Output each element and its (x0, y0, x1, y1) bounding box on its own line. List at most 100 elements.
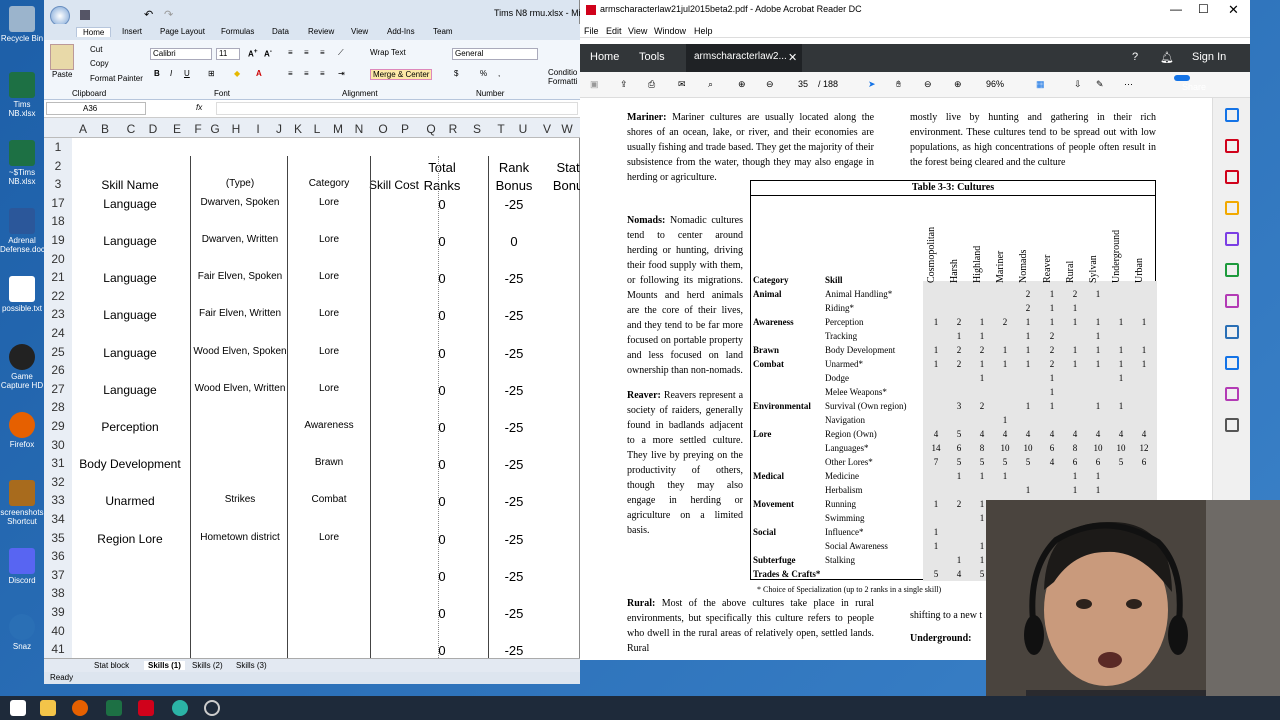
row-number[interactable]: 1 (44, 138, 72, 157)
tab-insert[interactable]: Insert (122, 27, 142, 36)
desktop-icon-adrenal[interactable]: Adrenal Defense.docx (0, 208, 49, 254)
row-number[interactable]: 34 (44, 510, 72, 529)
column-header[interactable]: G (206, 122, 224, 136)
desktop-icon-recycle-bin[interactable]: Recycle Bin (0, 6, 44, 43)
number-format-select[interactable]: General (452, 48, 538, 60)
hand-tool-icon[interactable]: ✋︎ (896, 79, 901, 90)
font-color-icon[interactable]: A (256, 69, 262, 78)
undo-icon[interactable]: ↶ (144, 8, 153, 21)
shrink-font-icon[interactable]: A- (264, 48, 272, 59)
row-number[interactable]: 37 (44, 565, 72, 585)
column-header[interactable]: M (329, 122, 347, 136)
excel-taskbar-icon[interactable] (106, 700, 122, 716)
acrobat-taskbar-icon[interactable] (138, 700, 154, 716)
sheet-row[interactable]: 36 (44, 547, 580, 567)
row-number[interactable]: 36 (44, 547, 72, 567)
column-header[interactable]: B (96, 122, 114, 136)
column-header[interactable]: K (289, 122, 307, 136)
desktop-icon-game-capture[interactable]: Game Capture HD (0, 344, 44, 390)
tab-formulas[interactable]: Formulas (221, 27, 254, 36)
scroll-mode-icon[interactable]: ⇩ (1074, 79, 1082, 90)
prev-page-icon[interactable]: ⊕ (738, 79, 746, 90)
more-tools-icon[interactable] (1224, 418, 1239, 432)
row-number[interactable]: 39 (44, 603, 72, 622)
organize-pages-icon[interactable] (1224, 263, 1239, 277)
sign-in-button[interactable]: Sign In (1192, 51, 1226, 63)
sheet-row[interactable]: 1 (44, 138, 580, 157)
row-number[interactable]: 17 (44, 193, 72, 213)
comment-icon[interactable] (1224, 201, 1239, 215)
office-button-icon[interactable] (50, 6, 70, 26)
menu-help[interactable]: Help (694, 26, 713, 36)
column-header[interactable]: Q (422, 122, 440, 136)
currency-icon[interactable]: $ (454, 69, 458, 78)
sheet-tab-skills-2[interactable]: Skills (2) (192, 661, 223, 670)
sheet-row[interactable]: 35 Region Lore Hometown district Lore 0 -25 (44, 528, 580, 548)
font-name-select[interactable]: Calibri (150, 48, 212, 60)
sheet-row[interactable]: 21 Language Fair Elven, Spoken Lore 0 -25 (44, 268, 580, 288)
column-header[interactable]: U (514, 122, 532, 136)
share-button[interactable]: Share (1174, 75, 1206, 92)
sheet-row[interactable]: 39 0 -25 (44, 603, 580, 622)
export-pdf-icon[interactable] (1224, 108, 1239, 122)
sheet-row[interactable]: 24 (44, 324, 580, 343)
upload-icon[interactable]: ⇪ (620, 79, 628, 90)
align-center-icon[interactable]: ≡ (304, 69, 309, 78)
column-header[interactable]: J (270, 122, 288, 136)
sheet-row[interactable]: 18 (44, 212, 580, 232)
desktop-icon-tims-nb-temp[interactable]: ~$Tims NB.xlsx (0, 140, 44, 186)
nav-home[interactable]: Home (590, 51, 619, 63)
combine-files-icon[interactable] (1224, 232, 1239, 246)
tab-team[interactable]: Team (433, 27, 453, 36)
minimize-button[interactable]: — (1170, 2, 1182, 16)
borders-icon[interactable]: ⊞ (208, 69, 215, 78)
name-box[interactable]: A36 (46, 102, 146, 115)
format-painter-button[interactable]: Format Painter (90, 74, 143, 83)
row-number[interactable]: 33 (44, 491, 72, 511)
align-left-icon[interactable]: ≡ (288, 69, 293, 78)
sheet-row[interactable]: 26 (44, 361, 580, 381)
wrap-text-button[interactable]: Wrap Text (370, 48, 406, 57)
zoom-in-icon[interactable]: ⊕ (954, 79, 962, 90)
row-number[interactable]: 35 (44, 528, 72, 548)
column-header[interactable]: R (444, 122, 462, 136)
select-tool-icon[interactable]: ➤ (868, 79, 876, 90)
row-number[interactable]: 27 (44, 379, 72, 399)
align-right-icon[interactable]: ≡ (320, 69, 325, 78)
sheet-row[interactable]: 23 Language Fair Elven, Written Lore 0 -25 (44, 305, 580, 325)
sheet-row[interactable]: 41 0 -25 (44, 640, 580, 658)
column-header[interactable]: I (249, 122, 267, 136)
zoom-select[interactable]: 96% (986, 79, 1004, 89)
tab-view[interactable]: View (351, 27, 368, 36)
quick-save-icon[interactable] (80, 10, 90, 20)
send-signature-icon[interactable] (1224, 387, 1239, 401)
column-header[interactable]: N (350, 122, 368, 136)
print-production-icon[interactable] (1224, 356, 1239, 370)
row-number[interactable]: 31 (44, 454, 72, 474)
menu-view[interactable]: View (628, 26, 647, 36)
email-icon[interactable]: ✉ (678, 79, 686, 90)
tab-data[interactable]: Data (272, 27, 289, 36)
row-number[interactable]: 41 (44, 640, 72, 658)
protect-icon[interactable] (1224, 325, 1239, 339)
font-size-select[interactable]: 11 (216, 48, 240, 60)
next-page-icon[interactable]: ⊖ (766, 79, 774, 90)
cut-button[interactable]: Cut (90, 45, 102, 54)
desktop-icon-possible[interactable]: possible.txt (0, 276, 44, 313)
menu-window[interactable]: Window (654, 26, 686, 36)
desktop-icon-snaz[interactable]: Snaz (0, 614, 44, 651)
column-header[interactable]: D (144, 122, 162, 136)
grow-font-icon[interactable]: A+ (248, 48, 258, 59)
redo-icon[interactable]: ↷ (164, 8, 173, 21)
sheet-row[interactable]: 2 Total Rank Stat (44, 156, 580, 176)
row-number[interactable]: 19 (44, 231, 72, 250)
menu-file[interactable]: File (584, 26, 599, 36)
file-explorer-icon[interactable] (40, 700, 56, 716)
sheet-row[interactable]: 3 Skill Name (Type) Category Skill Cost Ranks… (44, 175, 580, 195)
sheet-row[interactable]: 28 (44, 398, 580, 418)
column-header[interactable]: E (168, 122, 186, 136)
annotate-icon[interactable]: ✎ (1096, 79, 1104, 90)
help-icon[interactable]: ? (1132, 51, 1138, 63)
app-taskbar-icon[interactable] (172, 700, 188, 716)
row-number[interactable]: 26 (44, 361, 72, 381)
